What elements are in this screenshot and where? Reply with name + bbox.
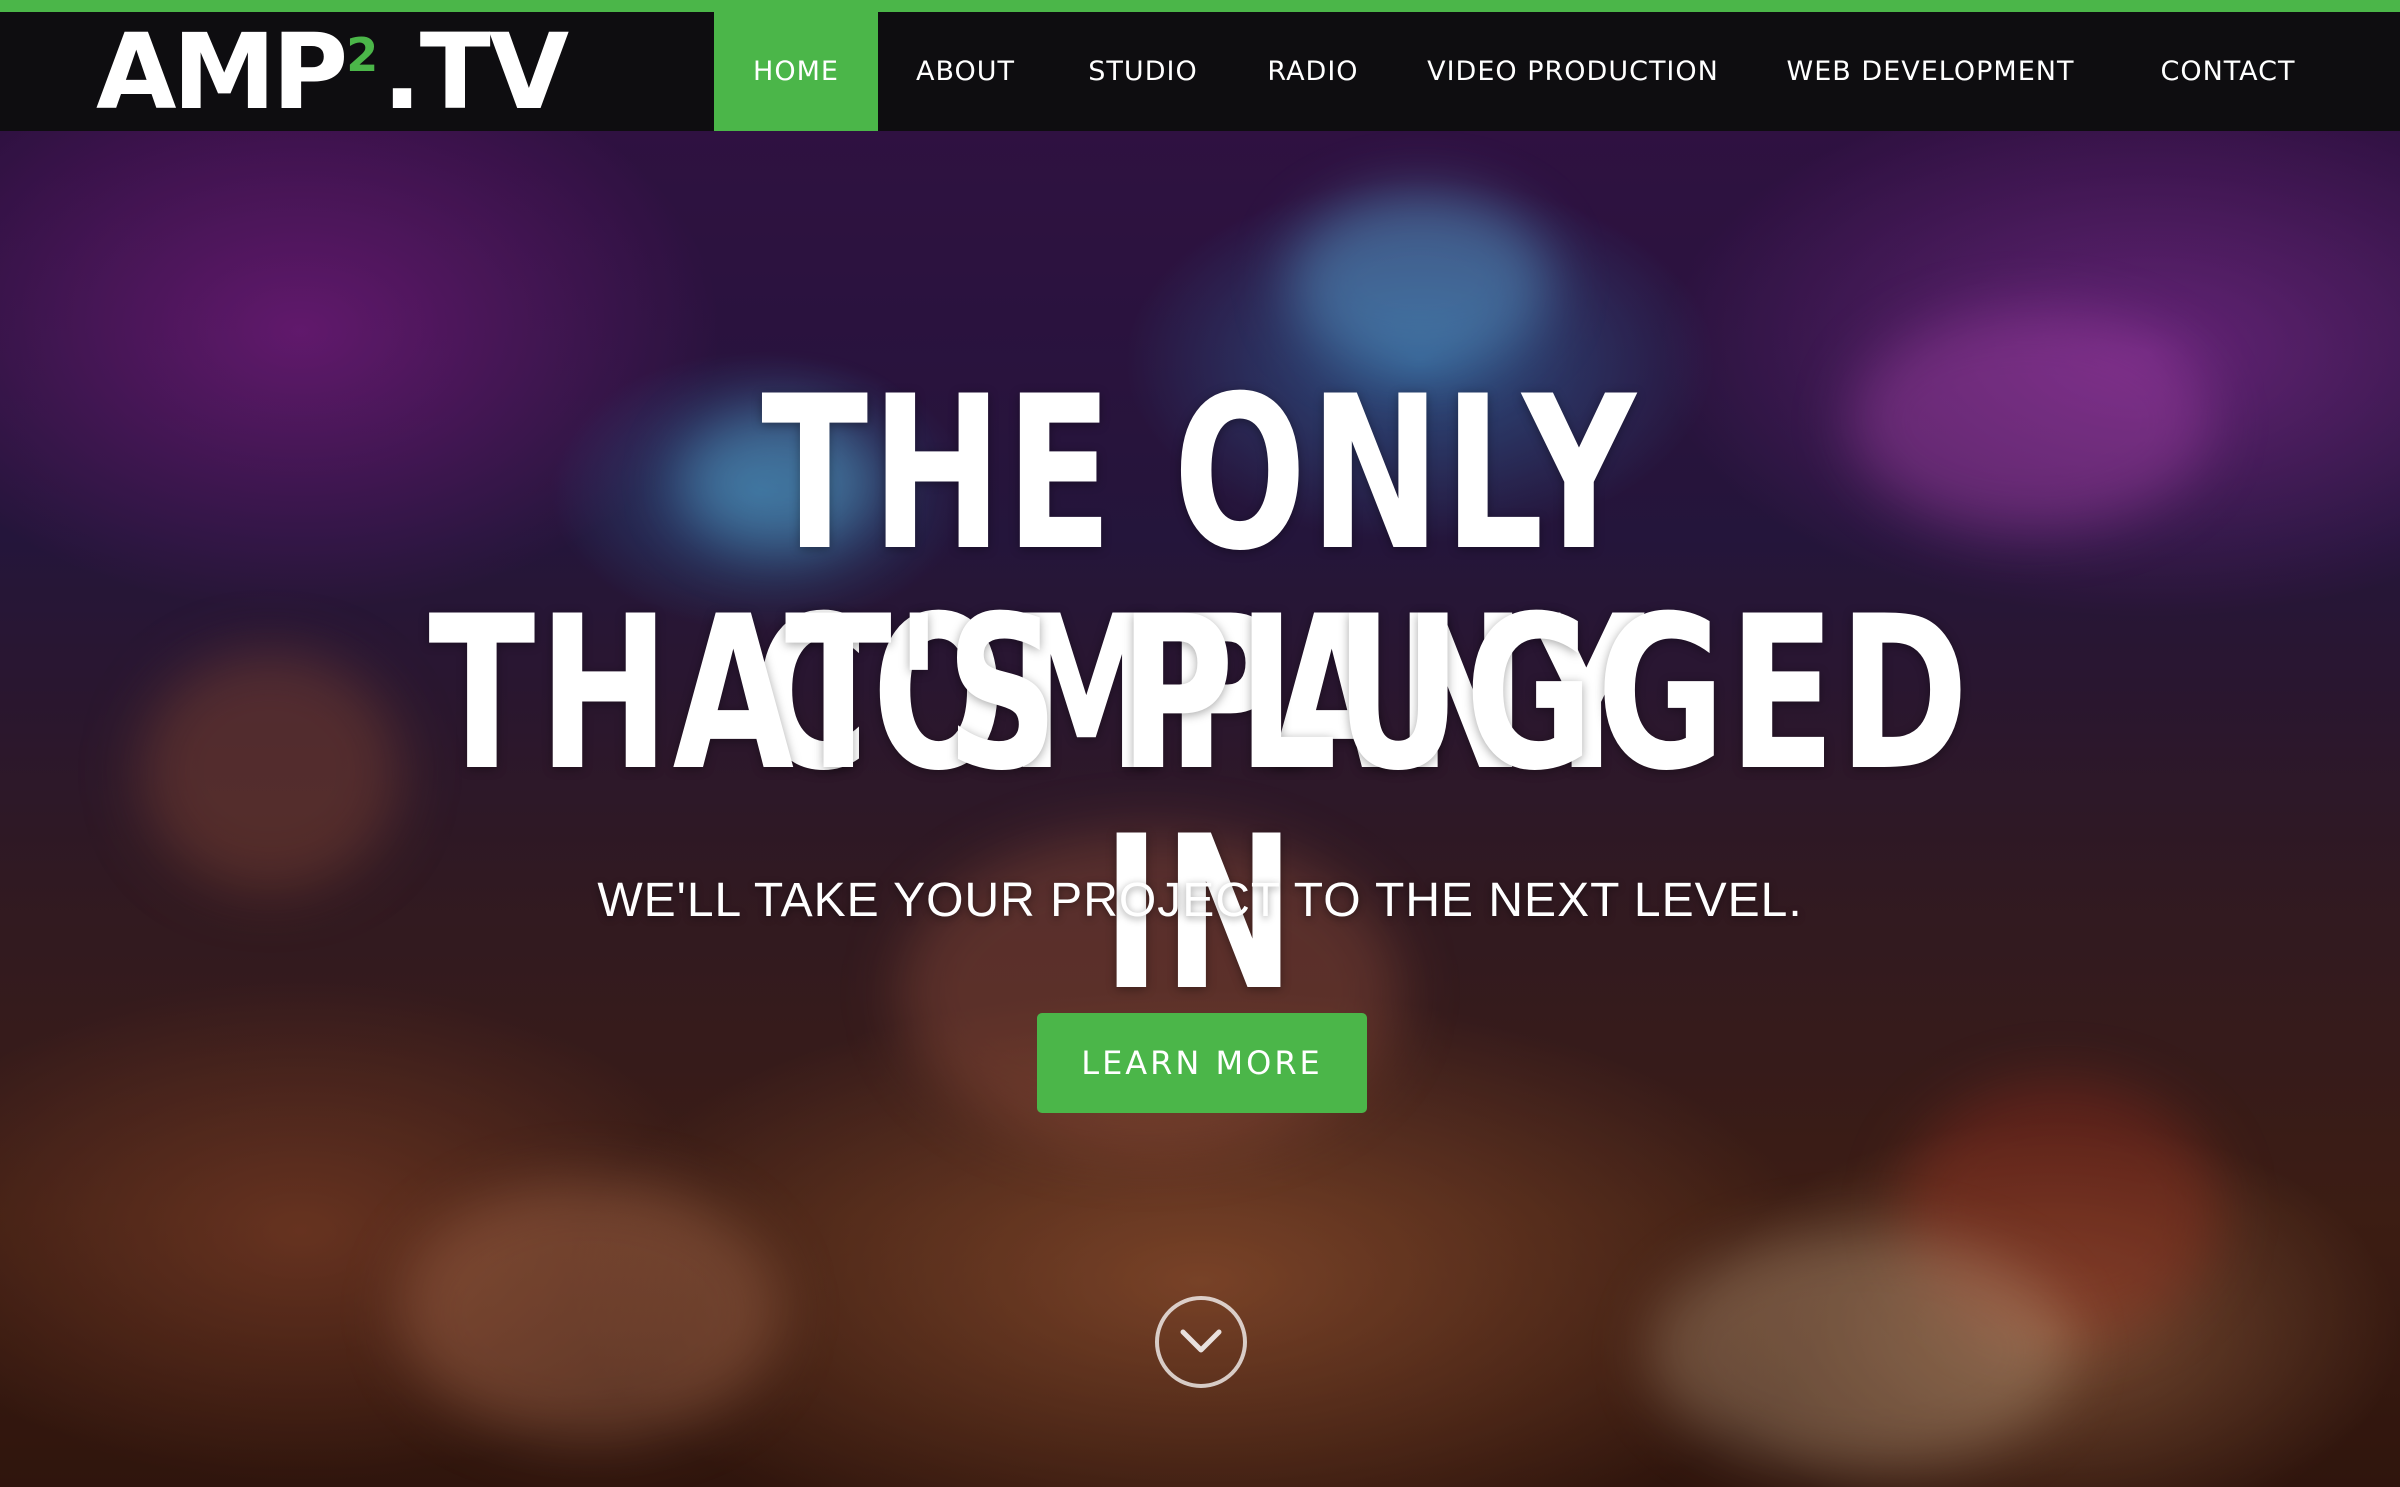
hero-subheadline: WE'LL TAKE YOUR PROJECT TO THE NEXT LEVE… bbox=[597, 874, 1803, 927]
nav-item-radio[interactable]: RADIO bbox=[1233, 12, 1393, 131]
chevron-down-icon bbox=[1180, 1329, 1222, 1353]
nav-item-contact[interactable]: CONTACT bbox=[2108, 12, 2348, 131]
learn-more-button[interactable]: LEARN MORE bbox=[1037, 1013, 1367, 1113]
hero-section: THE ONLY COMPANY THAT'S PLUGGED IN WE'LL… bbox=[0, 131, 2400, 1487]
navbar: AMP 2 .TV HOME ABOUT STUDIO RADIO VIDEO … bbox=[0, 12, 2400, 131]
hero-headline-line-2: THAT'S PLUGGED IN bbox=[428, 570, 1972, 1037]
logo-superscript: 2 bbox=[346, 28, 379, 82]
nav-item-video-production[interactable]: VIDEO PRODUCTION bbox=[1393, 12, 1753, 131]
logo-suffix: .TV bbox=[382, 11, 569, 133]
top-accent-bar bbox=[0, 0, 2400, 12]
nav-item-web-development[interactable]: WEB DEVELOPMENT bbox=[1753, 12, 2108, 131]
nav-item-home[interactable]: HOME bbox=[714, 12, 878, 131]
logo-text: AMP bbox=[96, 11, 348, 133]
nav-item-studio[interactable]: STUDIO bbox=[1053, 12, 1233, 131]
nav-item-about[interactable]: ABOUT bbox=[878, 12, 1053, 131]
scroll-down-button[interactable] bbox=[1155, 1296, 1247, 1388]
site-logo[interactable]: AMP 2 .TV bbox=[96, 11, 569, 133]
main-nav: HOME ABOUT STUDIO RADIO VIDEO PRODUCTION… bbox=[714, 12, 2348, 131]
